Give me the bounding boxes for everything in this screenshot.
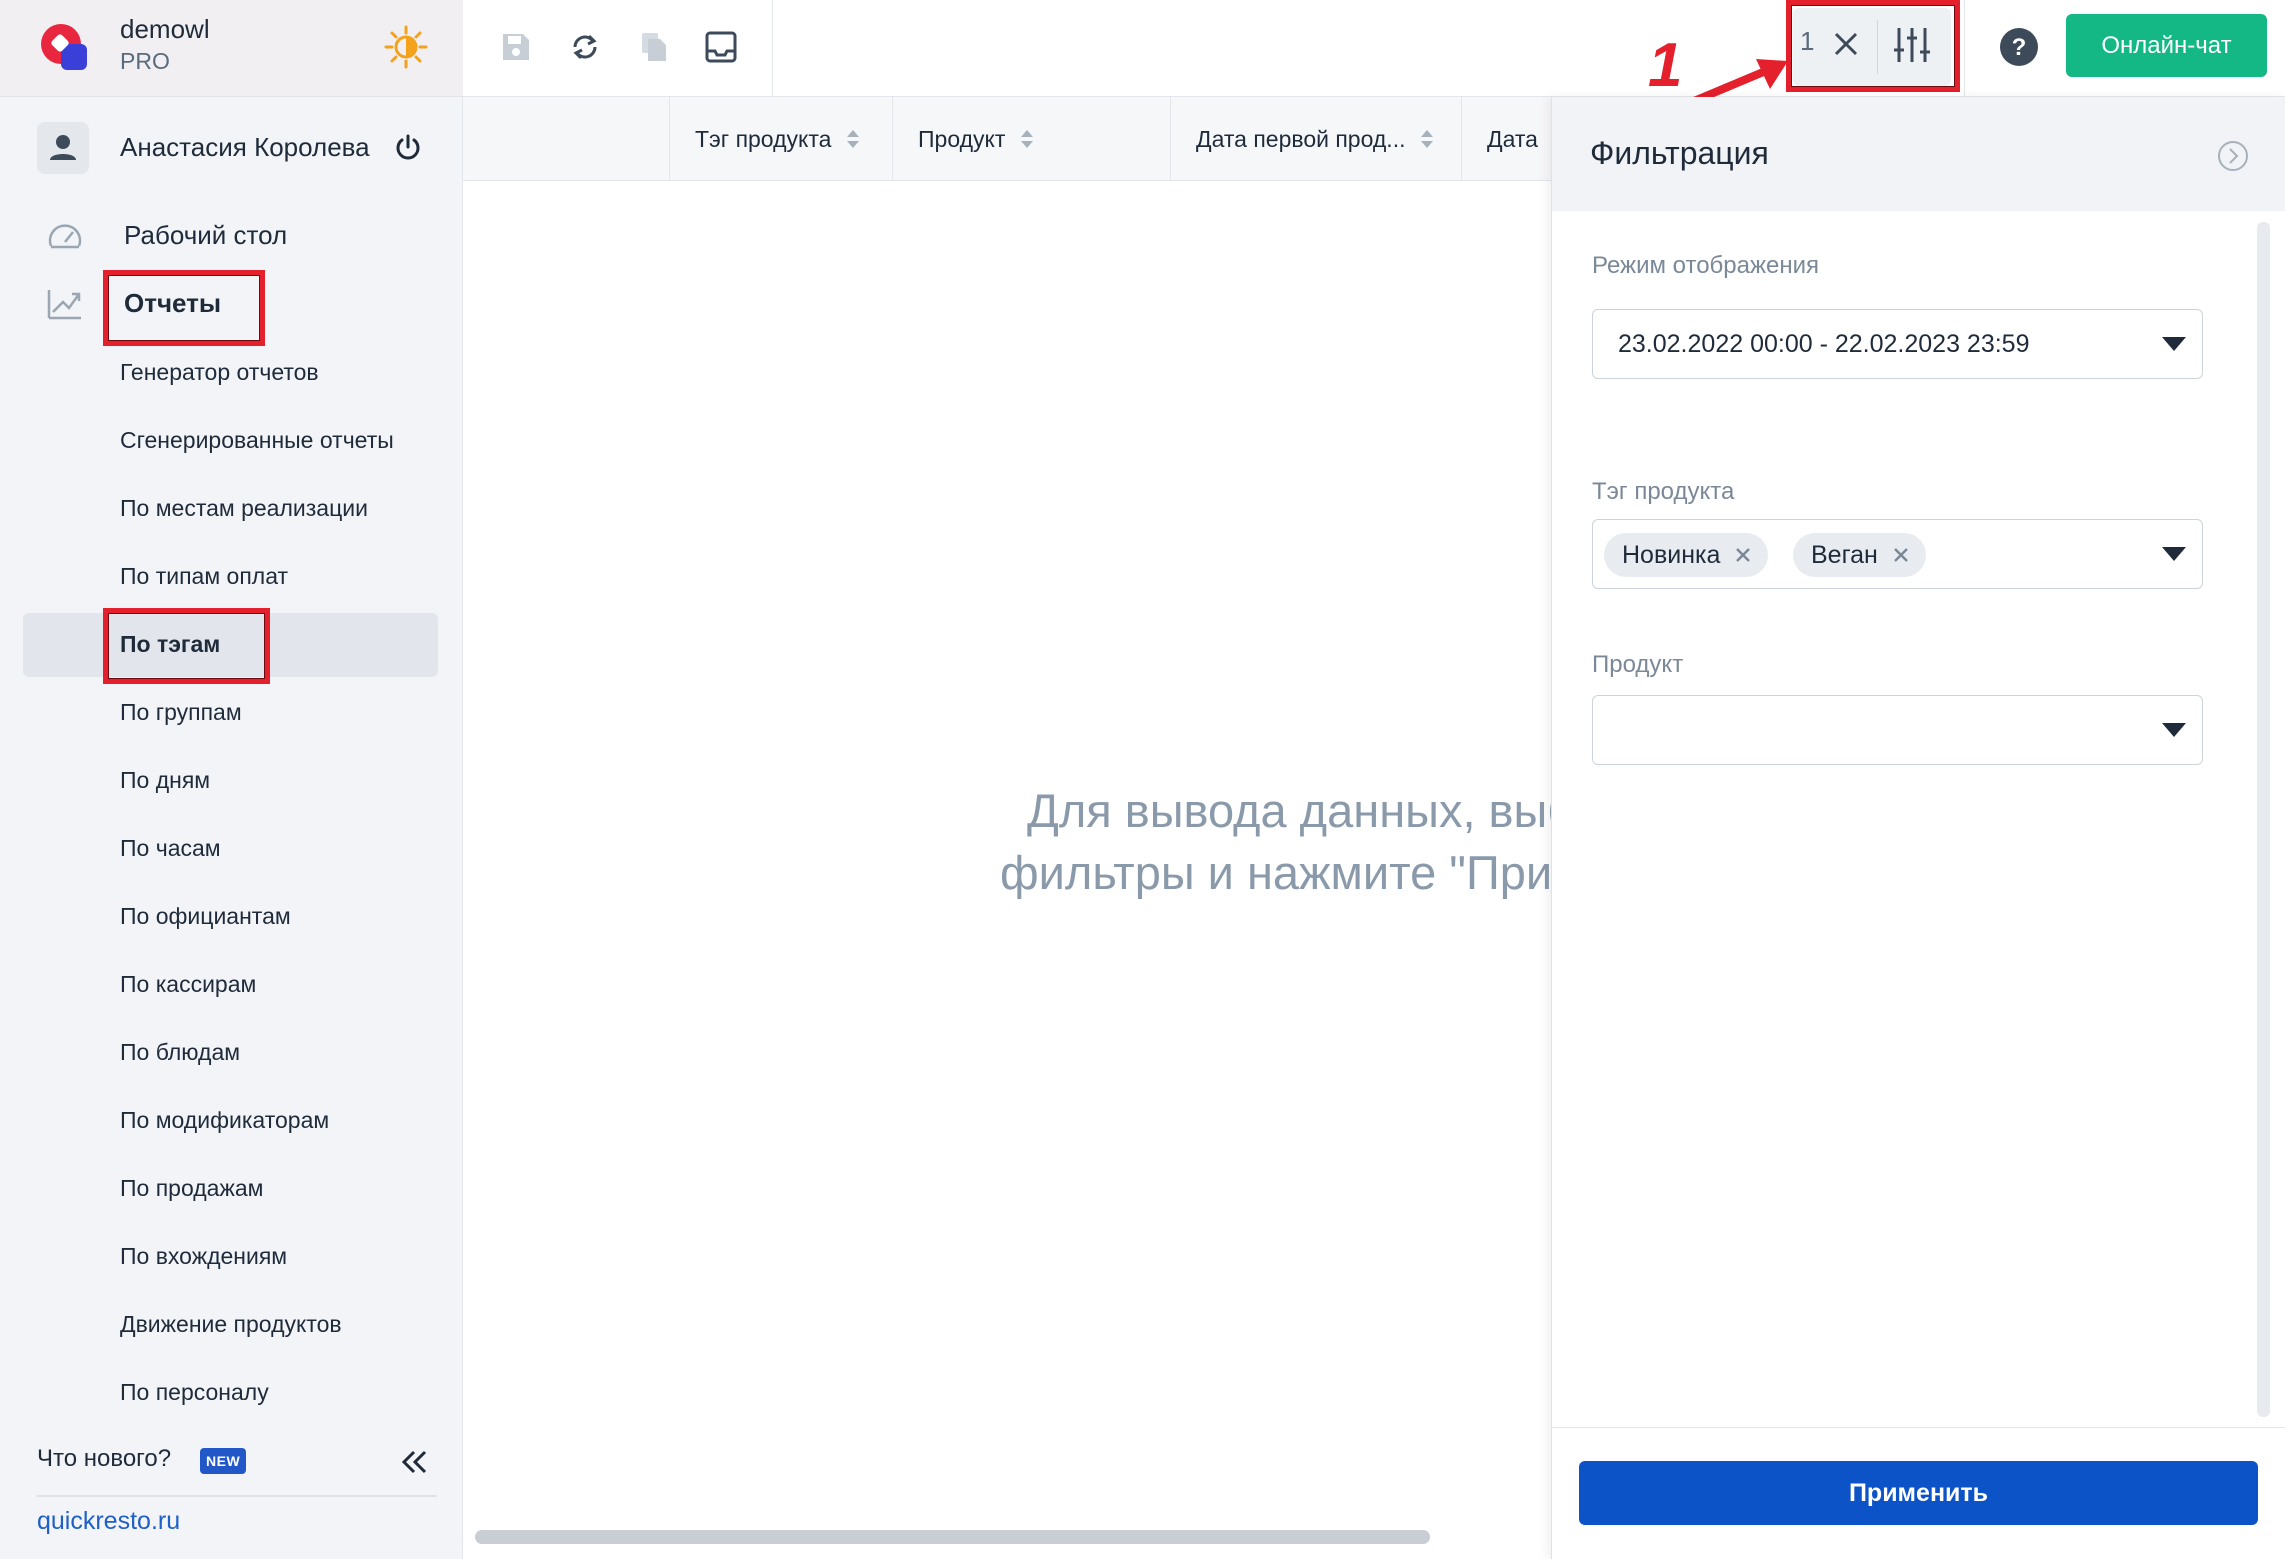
refresh-icon [573,34,597,60]
chevron-right-circle-icon[interactable] [2216,139,2250,173]
sub-item-by-hours[interactable]: По часам [120,835,221,862]
sub-item-by-staff[interactable]: По персоналу [120,1379,269,1406]
tag-label: Тэг продукта [1592,478,1735,505]
horizontal-scrollbar[interactable] [475,1530,1430,1544]
user-row: Анастасия Королева [37,122,437,178]
tag-chip-label: Новинка [1622,540,1721,569]
user-icon [50,135,76,160]
mode-value: 23.02.2022 00:00 - 22.02.2023 23:59 [1618,330,2030,358]
power-icon[interactable] [393,133,423,163]
sub-item-by-groups[interactable]: По группам [120,699,242,726]
column-label: Тэг продукта [695,125,832,152]
chevron-down-icon [2162,723,2186,737]
filter-panel-title: Фильтрация [1590,135,1769,171]
nav-desktop-label: Рабочий стол [124,220,288,250]
sub-item-generated-reports[interactable]: Сгенерированные отчеты [120,427,394,454]
empty-state-message: Для вывода данных, выберите фильтры и на… [1000,780,1551,904]
quickresto-logo [41,24,87,70]
column-label: Дата [1487,125,1538,152]
column-header-product[interactable]: Продукт [892,97,1170,181]
sub-item-by-days[interactable]: По дням [120,767,210,794]
refresh-button[interactable] [562,24,608,70]
sub-item-product-movement[interactable]: Движение продуктов [120,1311,342,1338]
sun-icon[interactable] [383,24,429,70]
copy-button[interactable] [631,24,677,70]
remove-tag-icon[interactable] [1734,546,1752,564]
new-badge: NEW [200,1448,247,1474]
svg-text:?: ? [2012,34,2027,61]
inbox-icon [705,31,737,63]
tag-chip-label: Веган [1811,540,1878,569]
sub-item-report-generator[interactable]: Генератор отчетов [120,359,319,386]
column-label: Продукт [918,125,1006,152]
sidebar: demowl PRO Анастасия Королева Рабочий ст… [0,0,463,1559]
empty-line-2: фильтры и нажмите "Применить" [1000,846,1551,899]
brand-plan: PRO [120,48,170,74]
help-icon[interactable]: ? [1996,24,2042,70]
avatar[interactable] [37,122,89,174]
mode-select[interactable]: 23.02.2022 00:00 - 22.02.2023 23:59 [1592,309,2203,379]
annotation-box-by-tags [103,608,270,684]
empty-line-1: Для вывода данных, выберите [1027,784,1551,837]
sidebar-divider [37,1495,437,1497]
chevron-down-icon [2162,547,2186,561]
sub-item-by-sales[interactable]: По продажам [120,1175,263,1202]
brand-name: demowl [120,14,210,44]
table-header: Тэг продукта Продукт Дата первой прод...… [463,97,1623,181]
save-button[interactable] [493,24,539,70]
user-name[interactable]: Анастасия Королева [120,132,370,163]
mode-label: Режим отображения [1592,252,1820,279]
sub-item-by-payment-types[interactable]: По типам оплат [120,563,288,590]
sort-icon [847,130,860,148]
online-chat-button[interactable]: Онлайн-чат [2066,14,2267,77]
tag-select[interactable]: Новинка Веган [1592,519,2203,589]
whats-new-link[interactable]: Что нового? [37,1445,171,1473]
chevron-down-icon [2162,337,2186,351]
sub-item-by-occurrences[interactable]: По вхождениям [120,1243,287,1270]
collapse-sidebar-icon[interactable] [398,1446,430,1478]
copy-icon [642,33,666,61]
product-select[interactable] [1592,695,2203,765]
product-label: Продукт [1592,651,1684,678]
chart-trend-icon [47,290,81,320]
save-icon [503,34,529,60]
column-header-product-tag[interactable]: Тэг продукта [669,97,892,181]
site-link[interactable]: quickresto.ru [37,1507,180,1536]
annotation-box-filter [1786,0,1960,92]
table-body: Для вывода данных, выберите фильтры и на… [463,182,1551,1532]
panel-scrollbar[interactable] [2257,222,2270,1417]
apply-button[interactable]: Применить [1579,1461,2258,1525]
sort-icon [1021,130,1034,148]
inbox-button[interactable] [698,24,744,70]
brand-header: demowl PRO [0,0,463,97]
sub-item-by-cashiers[interactable]: По кассирам [120,971,256,998]
filter-panel: Фильтрация Режим отображения 23.02.2022 … [1551,97,2285,1559]
speedometer-icon [48,224,82,249]
toolbar-separator [772,0,773,97]
column-header-first-sale-date[interactable]: Дата первой прод... [1170,97,1461,181]
tag-chip: Новинка [1604,533,1769,577]
sub-item-by-locations[interactable]: По местам реализации [120,495,368,522]
filter-panel-header: Фильтрация [1552,97,2285,211]
top-toolbar: 1 ? Онлайн-чат [463,0,2285,97]
toolbar-separator-2 [1964,0,1965,97]
column-label: Дата первой прод... [1196,125,1406,152]
panel-footer-separator [1552,1427,2285,1428]
annotation-box-reports [103,270,265,346]
tag-chip: Веган [1793,533,1926,577]
sub-item-by-dishes[interactable]: По блюдам [120,1039,240,1066]
sub-item-by-modifiers[interactable]: По модификаторам [120,1107,329,1134]
sort-icon [1421,130,1434,148]
remove-tag-icon[interactable] [1892,546,1910,564]
sub-item-by-waiters[interactable]: По официантам [120,903,291,930]
